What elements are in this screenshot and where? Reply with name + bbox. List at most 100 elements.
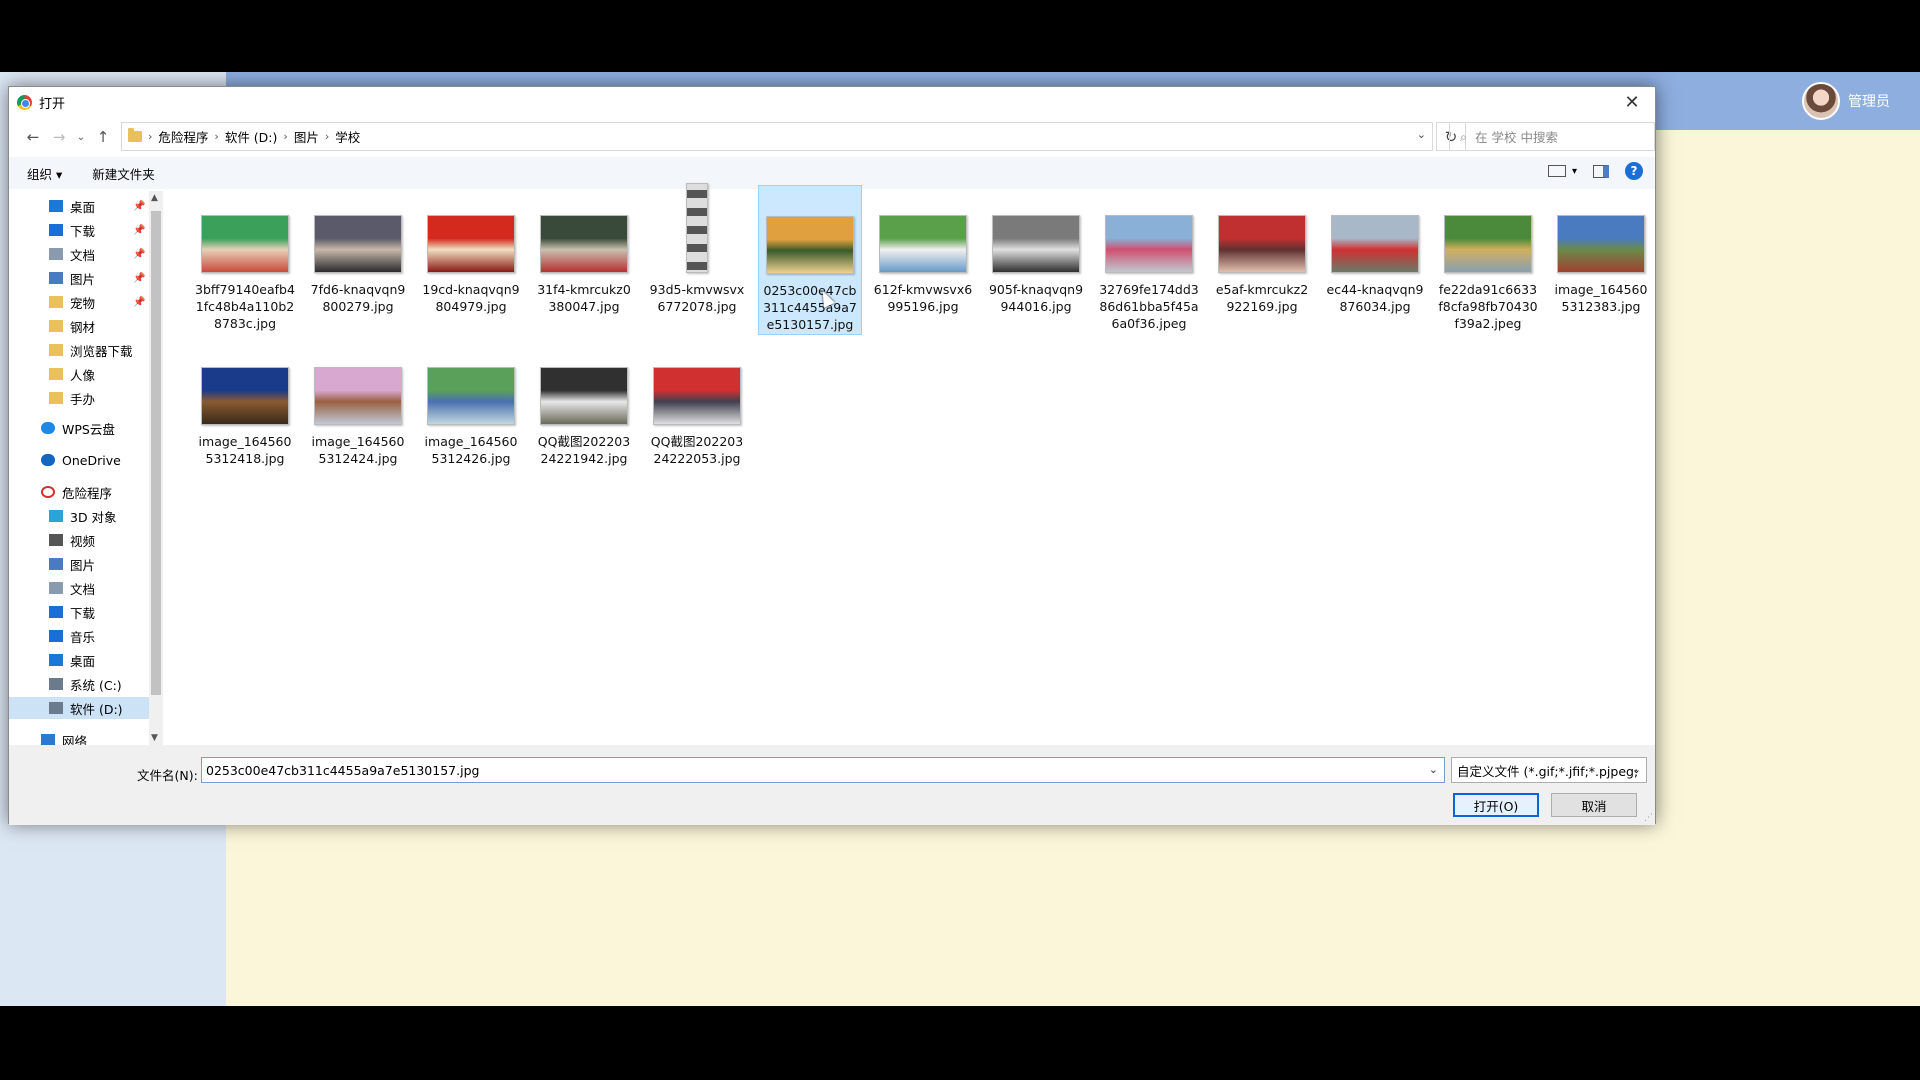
change-view-icon[interactable] [1547, 165, 1566, 177]
organize-menu[interactable]: 组织 ▾ [27, 164, 62, 183]
nav-item[interactable]: OneDrive [9, 449, 149, 471]
nav-item[interactable]: 桌面 [9, 649, 149, 671]
file-item[interactable]: QQ截图20220324222053.jpg [645, 337, 749, 487]
file-item[interactable]: 612f-kmvwsvx6995196.jpg [871, 185, 975, 335]
file-item[interactable]: image_1645605312418.jpg [193, 337, 297, 487]
nav-item[interactable]: 危险程序 [9, 481, 149, 503]
file-item[interactable]: image_1645605312383.jpg [1549, 185, 1653, 335]
file-item[interactable]: fe22da91c6633f8cfa98fb70430f39a2.jpeg [1436, 185, 1540, 335]
back-arrow-icon[interactable]: ← [23, 127, 43, 147]
filename-input[interactable]: 0253c00e47cb311c4455a9a7e5130157.jpg ⌄ [201, 757, 1445, 783]
nav-item[interactable]: 网络 [9, 729, 149, 745]
folder-icon [49, 392, 63, 404]
new-folder-button[interactable]: 新建文件夹 [92, 164, 155, 183]
nav-item[interactable]: 桌面 📌 [9, 195, 149, 217]
user-menu[interactable]: 管理员 [1802, 82, 1890, 120]
nav-item[interactable]: 图片 📌 [9, 267, 149, 289]
nav-item-label: 手办 [70, 391, 96, 407]
close-button[interactable]: ✕ [1609, 87, 1655, 117]
open-button[interactable]: 打开(O) [1453, 793, 1539, 817]
file-item[interactable]: image_1645605312426.jpg [419, 337, 523, 487]
thumbnail-frame [1323, 199, 1427, 273]
nav-item[interactable]: 文档 [9, 577, 149, 599]
nav-item[interactable]: 宠物 📌 [9, 291, 149, 313]
file-name: 93d5-kmvwsvx6772078.jpg [649, 282, 745, 314]
dialog-titlebar[interactable]: 打开 ✕ [9, 87, 1655, 117]
scroll-thumb[interactable] [151, 211, 161, 695]
nav-item[interactable]: 浏览器下载 [9, 339, 149, 361]
breadcrumb-item[interactable]: 学校 [335, 127, 360, 146]
file-name: e5af-kmrcukz2922169.jpg [1215, 282, 1309, 314]
pin-icon[interactable]: 📌 [133, 273, 145, 284]
nav-item-label: 视频 [70, 533, 96, 549]
chevron-down-icon[interactable]: ⌄ [1417, 128, 1426, 141]
thumbnail-frame [1549, 199, 1653, 273]
file-item[interactable]: 905f-knaqvqn9944016.jpg [984, 185, 1088, 335]
thumbnail-frame [984, 199, 1088, 273]
pin-icon[interactable]: 📌 [133, 297, 145, 308]
document-icon [49, 582, 63, 594]
nav-item[interactable]: 文档 📌 [9, 243, 149, 265]
file-item[interactable]: 0253c00e47cb311c4455a9a7e5130157.jpg [758, 185, 862, 335]
nav-item[interactable]: 钢材 [9, 315, 149, 337]
scroll-down-icon[interactable]: ▼ [151, 733, 158, 743]
chevron-down-icon[interactable]: ⌄ [1429, 763, 1438, 776]
filetype-value: 自定义文件 (*.gif;*.jfif;*.pjpeg; [1457, 763, 1639, 779]
file-item[interactable]: 3bff79140eafb41fc48b4a110b28783c.jpg [193, 185, 297, 335]
file-name: image_1645605312424.jpg [311, 434, 405, 466]
file-item[interactable]: e5af-kmrcukz2922169.jpg [1210, 185, 1314, 335]
breadcrumb-item[interactable]: 软件 (D:) [225, 127, 278, 146]
search-placeholder: 在 学校 中搜索 [1475, 130, 1558, 145]
cancel-button[interactable]: 取消 [1551, 793, 1637, 817]
pin-icon[interactable]: 📌 [133, 249, 145, 260]
scroll-up-icon[interactable]: ▲ [151, 193, 158, 203]
file-name: 905f-knaqvqn9944016.jpg [988, 282, 1084, 314]
file-item[interactable]: ec44-knaqvqn9876034.jpg [1323, 185, 1427, 335]
forward-arrow-icon[interactable]: → [49, 127, 69, 147]
image-thumbnail [427, 367, 515, 425]
chevron-down-icon[interactable]: ▾ [1572, 166, 1577, 177]
music-icon [49, 630, 63, 642]
search-input[interactable]: ⌕ 在 学校 中搜索 [1449, 122, 1655, 151]
pictures-icon [49, 558, 63, 570]
thumbnail-frame [306, 199, 410, 273]
image-thumbnail [1331, 215, 1419, 273]
file-item[interactable]: 19cd-knaqvqn9804979.jpg [419, 185, 523, 335]
nav-item[interactable]: 软件 (D:) [9, 697, 149, 719]
nav-item[interactable]: 图片 [9, 553, 149, 575]
breadcrumb-item[interactable]: 图片 [294, 127, 319, 146]
up-arrow-icon[interactable]: ↑ [93, 127, 113, 147]
address-bar[interactable]: › 危险程序 › 软件 (D:) › 图片 › 学校 ⌄ [121, 122, 1433, 151]
drive-icon [49, 678, 63, 690]
resize-grip-icon[interactable]: ⋰ [1644, 813, 1653, 823]
nav-item[interactable]: 音乐 [9, 625, 149, 647]
nav-item[interactable]: 人像 [9, 363, 149, 385]
filetype-select[interactable]: 自定义文件 (*.gif;*.jfif;*.pjpeg; ⌄ [1451, 757, 1647, 783]
file-item[interactable]: 93d5-kmvwsvx6772078.jpg [645, 183, 749, 335]
file-item[interactable]: image_1645605312424.jpg [306, 337, 410, 487]
nav-item[interactable]: 系统 (C:) [9, 673, 149, 695]
preview-pane-icon[interactable] [1593, 164, 1609, 178]
nav-item[interactable]: 下载 📌 [9, 219, 149, 241]
no-entry-icon [41, 486, 55, 498]
nav-item[interactable]: WPS云盘 [9, 417, 149, 439]
nav-item[interactable]: 视频 [9, 529, 149, 551]
file-item[interactable]: 7fd6-knaqvqn9800279.jpg [306, 185, 410, 335]
nav-item[interactable]: 下载 [9, 601, 149, 623]
breadcrumb-item[interactable]: 危险程序 [158, 127, 208, 146]
file-item[interactable]: 31f4-kmrcukz0380047.jpg [532, 185, 636, 335]
file-item[interactable]: QQ截图20220324221942.jpg [532, 337, 636, 487]
help-icon[interactable]: ? [1625, 162, 1643, 180]
nav-item[interactable]: 手办 [9, 387, 149, 409]
file-item[interactable]: 32769fe174dd386d61bba5f45a6a0f36.jpeg [1097, 185, 1201, 335]
image-thumbnail [1105, 215, 1193, 273]
navigation-pane: 桌面 📌 下载 📌 文档 📌 图片 📌 宠物 📌 钢材 浏览器下载 人像 手办 WPS云盘 OneDrive 危… [9, 191, 161, 745]
file-name: 19cd-knaqvqn9804979.jpg [422, 282, 520, 314]
pin-icon[interactable]: 📌 [133, 225, 145, 236]
thumbnail-frame [419, 351, 523, 425]
pin-icon[interactable]: 📌 [133, 201, 145, 212]
recent-locations-chevron-icon[interactable]: ⌄ [71, 127, 91, 147]
navigation-scrollbar[interactable]: ▲ ▼ [149, 191, 163, 745]
avatar [1802, 82, 1840, 120]
nav-item[interactable]: 3D 对象 [9, 505, 149, 527]
